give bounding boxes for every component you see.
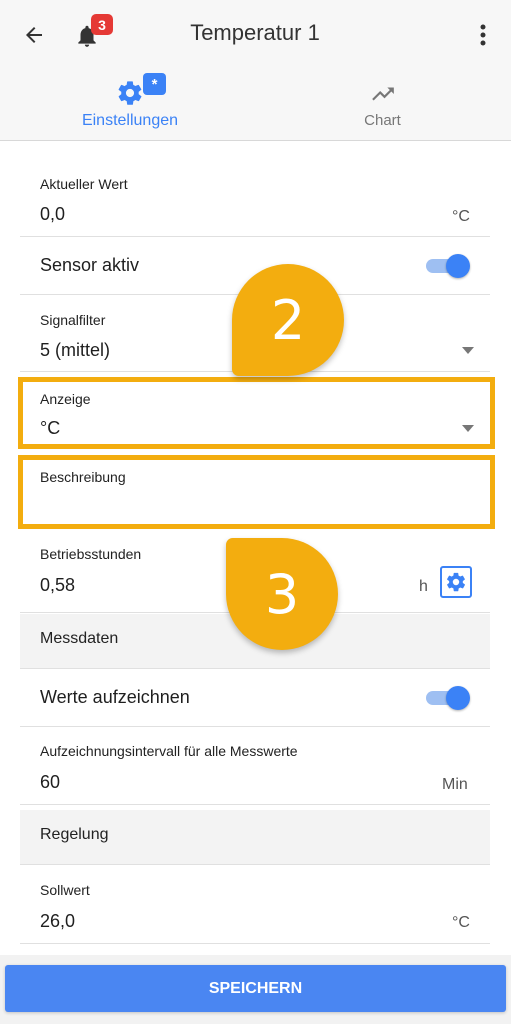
caret-down-icon — [462, 347, 474, 354]
tab-settings[interactable]: Einstellungen — [60, 70, 200, 140]
sensor-active-toggle[interactable] — [426, 254, 472, 278]
record-values-row: Werte aufzeichnen — [20, 669, 490, 727]
tab-settings-label: Einstellungen — [81, 112, 179, 129]
annotation-marker-3: 3 — [226, 538, 338, 650]
recording-interval-label: Aufzeichnungsintervall für alle Messwert… — [40, 743, 298, 759]
setpoint-field[interactable]: Sollwert 26,0 °C — [20, 865, 490, 944]
trending-up-icon — [371, 87, 394, 101]
operating-hours-settings-button[interactable] — [440, 566, 472, 598]
arrow-left-icon — [26, 27, 42, 43]
tab-chart-label: Chart — [364, 112, 401, 129]
gear-icon — [447, 572, 465, 592]
annotation-marker-2-label: 2 — [270, 288, 306, 352]
highlight-frame-display — [18, 377, 495, 449]
tab-chart[interactable]: Chart — [310, 70, 455, 140]
recording-interval-field[interactable]: Aufzeichnungsintervall für alle Messwert… — [20, 727, 490, 805]
unsaved-badge: * — [143, 73, 166, 95]
operating-hours-value: 0,58 — [40, 575, 76, 595]
current-value-value: 0,0 — [40, 204, 66, 224]
sensor-active-label: Sensor aktiv — [40, 255, 140, 275]
section-title-measurement: Messdaten — [40, 630, 119, 647]
operating-hours-unit: h — [419, 578, 428, 595]
record-values-label: Werte aufzeichnen — [40, 687, 190, 707]
record-values-toggle[interactable] — [426, 686, 472, 710]
annotation-marker-3-label: 3 — [264, 562, 300, 626]
current-value-field[interactable]: Aktueller Wert 0,0 °C — [20, 160, 490, 237]
section-header-control: Regelung — [20, 810, 490, 865]
back-button[interactable] — [14, 18, 54, 52]
setpoint-label: Sollwert — [40, 882, 90, 898]
more-vertical-icon — [480, 24, 486, 46]
setpoint-value: 26,0 — [40, 911, 76, 931]
operating-hours-label: Betriebsstunden — [40, 546, 142, 562]
section-title-control: Regelung — [40, 826, 109, 843]
save-button[interactable]: SPEICHERN — [5, 965, 506, 1012]
highlight-frame-description — [18, 455, 495, 529]
annotation-marker-2: 2 — [232, 264, 344, 376]
current-value-unit: °C — [452, 208, 470, 225]
page-title: Temperatur 1 — [190, 20, 320, 45]
setpoint-unit: °C — [452, 914, 470, 931]
current-value-label: Aktueller Wert — [40, 176, 128, 192]
recording-interval-unit: Min — [442, 776, 468, 793]
overflow-menu-button[interactable] — [466, 18, 500, 52]
gear-icon — [118, 81, 142, 105]
recording-interval-value: 60 — [40, 772, 61, 792]
signal-filter-label: Signalfilter — [40, 312, 106, 328]
signal-filter-value: 5 (mittel) — [40, 340, 111, 360]
